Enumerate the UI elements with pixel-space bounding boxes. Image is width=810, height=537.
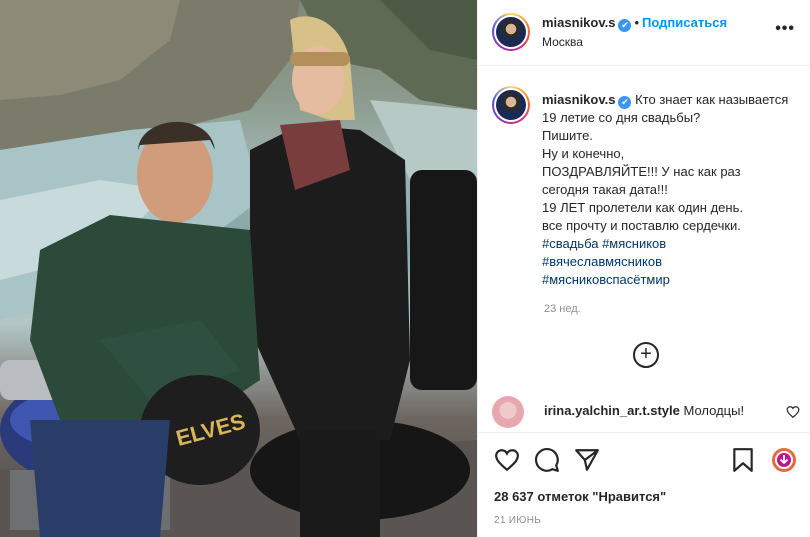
likes-count[interactable]: 28 637 отметок "Нравится" bbox=[494, 489, 666, 504]
comment-icon[interactable] bbox=[534, 447, 560, 473]
caption-line: 19 летие со дня свадьбы? bbox=[542, 110, 701, 125]
share-icon[interactable] bbox=[574, 447, 600, 473]
comment-row: irina.yalchin_ar.t.style Молодцы! bbox=[492, 396, 802, 430]
commenter-username[interactable]: irina.yalchin_ar.t.style bbox=[544, 403, 680, 418]
follow-button[interactable]: Подписаться bbox=[642, 15, 727, 30]
verified-badge-icon: ✔ bbox=[618, 19, 632, 32]
author-avatar[interactable] bbox=[492, 13, 530, 51]
post-actions: 28 637 отметок "Нравится" 21 ИЮНЬ bbox=[478, 432, 810, 537]
post-header: miasnikov.s ✔ • Подписаться Москва ••• bbox=[478, 0, 810, 66]
caption-line: Ну и конечно, bbox=[542, 146, 625, 161]
post-location[interactable]: Москва bbox=[542, 35, 583, 49]
plus-circle-icon[interactable]: + bbox=[633, 342, 659, 368]
hashtag-link[interactable]: #вячеславмясников bbox=[542, 253, 810, 271]
verified-badge-icon: ✔ bbox=[618, 96, 632, 109]
heart-icon[interactable] bbox=[494, 447, 520, 473]
comment-like-heart-icon[interactable] bbox=[786, 405, 800, 419]
author-username[interactable]: miasnikov.s bbox=[542, 15, 615, 30]
caption-text: miasnikov.s ✔ Кто знает как называется 19… bbox=[542, 91, 810, 289]
separator-dot: • bbox=[634, 15, 640, 30]
post-photo[interactable]: ELVES bbox=[0, 0, 477, 537]
caption-avatar[interactable] bbox=[492, 86, 530, 124]
story-badge-icon[interactable] bbox=[771, 447, 797, 473]
photo-illustration: ELVES bbox=[0, 0, 477, 537]
comment-text: Молодцы! bbox=[683, 403, 745, 418]
hashtag-link[interactable]: #свадьба #мясников bbox=[542, 235, 810, 253]
caption-line: все прочту и поставлю сердечки. bbox=[542, 218, 741, 233]
caption-line: сегодня такая дата!!! bbox=[542, 182, 668, 197]
commenter-avatar[interactable] bbox=[492, 396, 524, 428]
more-options-icon[interactable]: ••• bbox=[775, 20, 795, 38]
hashtag-link[interactable]: #мясниковспасётмир bbox=[542, 271, 810, 289]
post-date[interactable]: 21 ИЮНЬ bbox=[494, 515, 541, 526]
bookmark-icon[interactable] bbox=[730, 447, 756, 473]
caption-line: Кто знает как называется bbox=[635, 92, 789, 107]
caption-line: Пишите. bbox=[542, 128, 593, 143]
caption-line: ПОЗДРАВЛЯЙТЕ!!! У нас как раз bbox=[542, 164, 741, 179]
caption-timestamp[interactable]: 23 нед. bbox=[544, 303, 581, 315]
caption-username[interactable]: miasnikov.s bbox=[542, 92, 615, 107]
post-sidebar: miasnikov.s ✔ • Подписаться Москва ••• mias… bbox=[477, 0, 810, 537]
caption-line: 19 ЛЕТ пролетели как один день. bbox=[542, 200, 743, 215]
